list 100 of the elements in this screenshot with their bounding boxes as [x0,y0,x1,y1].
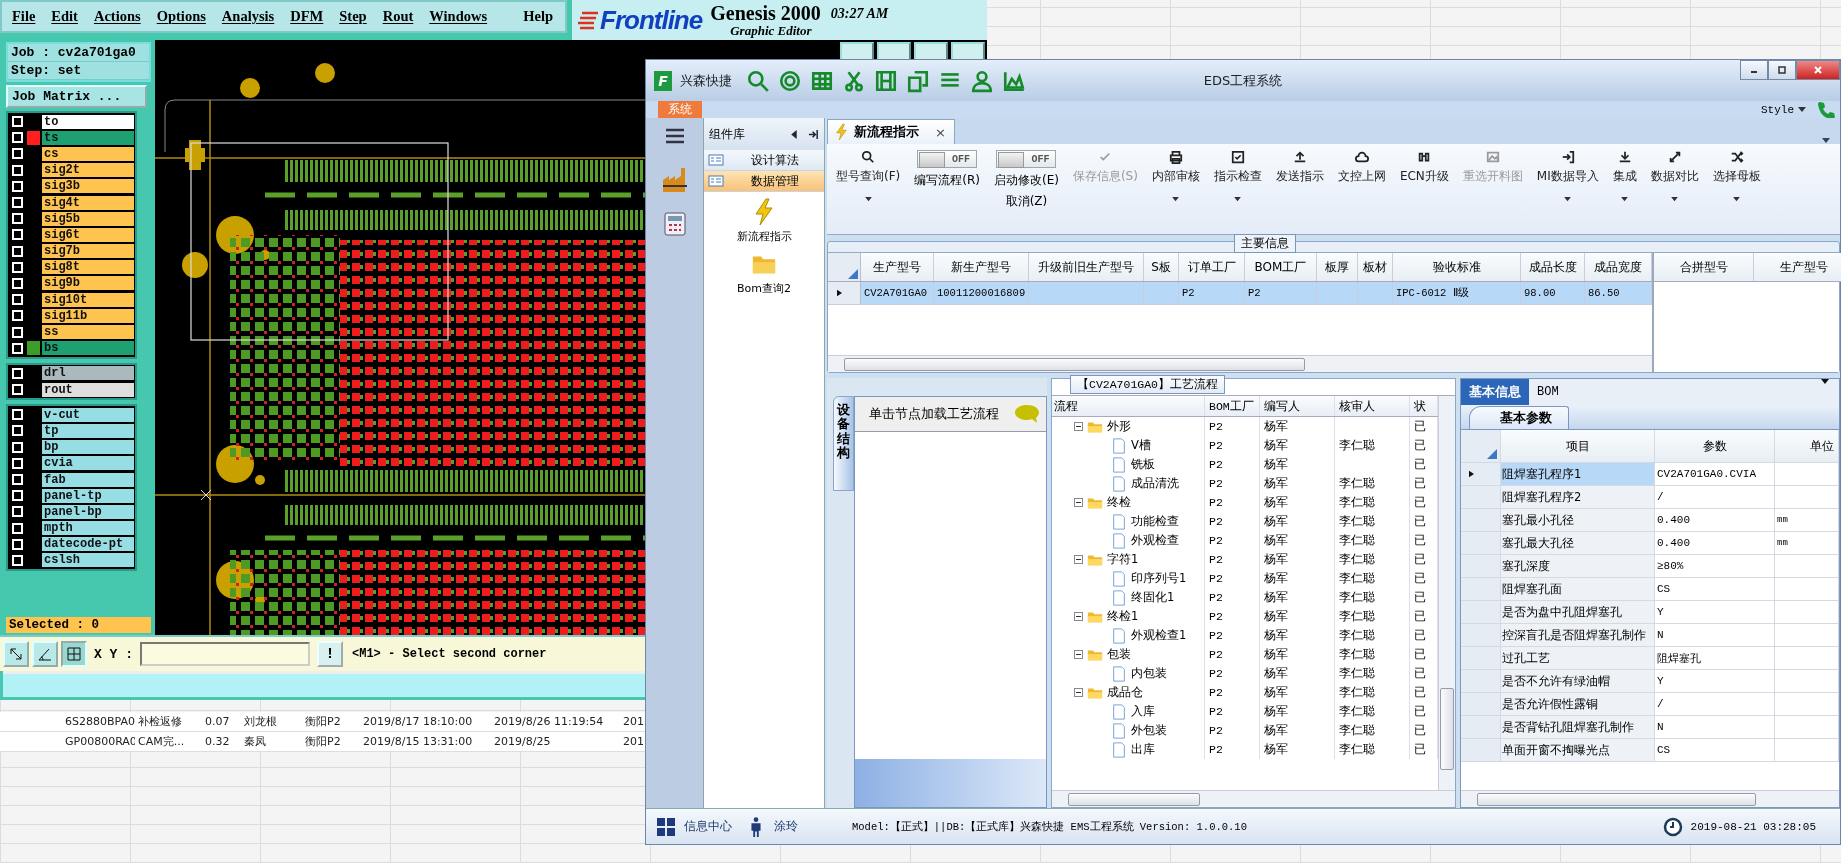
layer-checkbox[interactable] [12,522,23,534]
column-header[interactable]: 板厚 [1317,253,1358,281]
copy-icon[interactable] [906,68,930,93]
cancel-button[interactable]: 取消(Z) [1005,193,1048,210]
collapse-icon[interactable] [1074,650,1083,659]
layer-checkbox[interactable] [12,409,23,421]
menu-item[interactable]: Analysis [221,8,275,25]
column-header[interactable]: 订单工厂 [1179,253,1245,281]
ribbon-button[interactable]: 内部审核 [1146,148,1205,210]
tree-row[interactable]: 内包装 P2 杨军 李仁聪 已 [1052,664,1438,683]
menu-item[interactable]: Actions [93,8,141,25]
layer-checkbox[interactable] [12,342,23,354]
tree-row[interactable]: 包装 P2 杨军 李仁聪 已 [1052,645,1438,664]
layer-name[interactable]: v-cut [42,407,134,422]
column-header[interactable]: 流程 [1052,396,1205,416]
tree-row[interactable]: 外观检查1 P2 杨军 李仁聪 已 [1052,626,1438,645]
toggle-switch[interactable]: OFF [917,150,978,168]
column-header[interactable]: BOM工厂 [1245,253,1317,281]
lifebuoy-icon[interactable] [778,68,802,93]
job-matrix-button[interactable]: Job Matrix ... [6,85,147,108]
ribbon-button[interactable]: 型号查询(F) [831,148,906,210]
layer-checkbox[interactable] [12,474,23,486]
menu-item[interactable]: Rout [382,8,414,25]
layer-name[interactable]: sig11b [42,308,134,323]
layer-checkbox[interactable] [12,261,23,273]
ribbon-button[interactable]: 数据对比 [1645,148,1704,210]
film-icon[interactable] [874,68,898,93]
tree-row[interactable]: 外形 P2 杨军 已 [1052,417,1438,436]
column-header[interactable]: 升级前旧生产型号 [1029,253,1144,281]
info-center-link[interactable]: 信息中心 [684,818,732,835]
ribbon-button[interactable]: 发送指示 [1270,148,1329,210]
layer-checkbox[interactable] [12,326,23,338]
layer-checkbox[interactable] [12,457,23,469]
layer-checkbox[interactable] [12,554,23,566]
menu-item[interactable]: Help [523,8,553,25]
layer-name[interactable]: ts [42,130,134,145]
layer-checkbox[interactable] [12,277,23,289]
collapse-icon[interactable] [1074,498,1083,507]
menu-item[interactable]: Windows [429,8,488,25]
table-row[interactable]: 控深盲孔是否阻焊塞孔制作 N [1461,624,1839,647]
minimize-button[interactable] [1740,60,1768,80]
sub-tab[interactable]: 基本参数 [1469,406,1569,429]
layer-name[interactable]: sig9b [42,276,134,291]
launcher-button[interactable]: 新流程指示 [704,198,824,244]
column-header[interactable]: 合拼型号 [1654,253,1754,281]
table-row[interactable]: 是否不允许有绿油帽 Y [1461,670,1839,693]
layer-checkbox[interactable] [12,229,23,241]
layer-checkbox[interactable] [12,116,23,128]
layer-name[interactable]: sig5b [42,211,134,226]
column-header[interactable]: 生产型号 [1754,253,1841,281]
horizontal-scrollbar[interactable] [828,355,1652,372]
table-row[interactable]: 塞孔深度 ≥80% [1461,555,1839,578]
layer-checkbox[interactable] [12,148,23,160]
layer-name[interactable]: mpth [42,521,134,536]
table-row[interactable]: 是否为盘中孔阻焊塞孔 Y [1461,601,1839,624]
table-row[interactable]: 阻焊塞孔程序1 CV2A701GA0.CVIA [1461,463,1839,486]
collapse-icon[interactable] [1074,422,1083,431]
horizontal-scrollbar[interactable] [1052,790,1455,807]
close-tab-button[interactable]: × [935,124,946,140]
table-row[interactable]: 是否背钻孔阻焊塞孔制作 N [1461,716,1839,739]
layer-name[interactable]: cvia [42,456,134,471]
layer-name[interactable]: sig8t [42,260,134,275]
layer-name[interactable]: sig10t [42,292,134,307]
pin-icon[interactable] [808,128,819,140]
layer-checkbox[interactable] [12,310,23,322]
menu-item[interactable]: Step [339,8,367,25]
layer-name[interactable]: sig3b [42,179,134,194]
table-row[interactable]: 塞孔最大孔径 0.400 mm [1461,532,1839,555]
column-header[interactable]: 核审人 [1335,396,1410,416]
panel-item[interactable]: 设计算法 [704,150,824,171]
tree-row[interactable]: 字符1 P2 杨军 李仁聪 已 [1052,550,1438,569]
table-row[interactable]: 是否允许假性露铜 / [1461,693,1839,716]
layer-checkbox[interactable] [12,384,23,396]
layer-name[interactable]: bp [42,440,134,455]
layer-checkbox[interactable] [12,245,23,257]
layer-checkbox[interactable] [12,367,23,379]
tree-row[interactable]: 铣板 P2 杨军 已 [1052,455,1438,474]
ribbon-button[interactable]: MI数据导入 [1531,148,1604,210]
menu-item[interactable]: Options [156,8,206,25]
tree-row[interactable]: 功能检查 P2 杨军 李仁聪 已 [1052,512,1438,531]
layer-name[interactable]: cs [42,146,134,161]
coordinate-input[interactable] [140,642,310,666]
tree-row[interactable]: 成品清洗 P2 杨军 李仁聪 已 [1052,474,1438,493]
column-header[interactable]: 项目 [1501,430,1655,462]
ribbon-button[interactable]: 指示检查 [1208,148,1267,210]
table-row[interactable]: 单面开窗不掏曝光点 CS [1461,739,1839,762]
alert-button[interactable]: ! [317,641,343,667]
vertical-scrollbar[interactable] [1438,396,1455,790]
launcher-button[interactable]: Bom查询2 [704,250,824,296]
layer-name[interactable]: sig7b [42,244,134,259]
tree-row[interactable]: V槽 P2 杨军 李仁聪 已 [1052,436,1438,455]
collapse-icon[interactable] [1074,688,1083,697]
column-header[interactable]: 成品长度 [1521,253,1585,281]
column-header[interactable]: S板 [1144,253,1179,281]
column-header[interactable]: 成品宽度 [1585,253,1652,281]
tree-row[interactable]: 出库 P2 杨军 李仁聪 已 [1052,740,1438,759]
layer-name[interactable]: fab [42,472,134,487]
table-row[interactable]: 阻焊塞孔程序2 / [1461,486,1839,509]
layer-checkbox[interactable] [12,180,23,192]
menu-item[interactable]: DFM [290,8,324,25]
